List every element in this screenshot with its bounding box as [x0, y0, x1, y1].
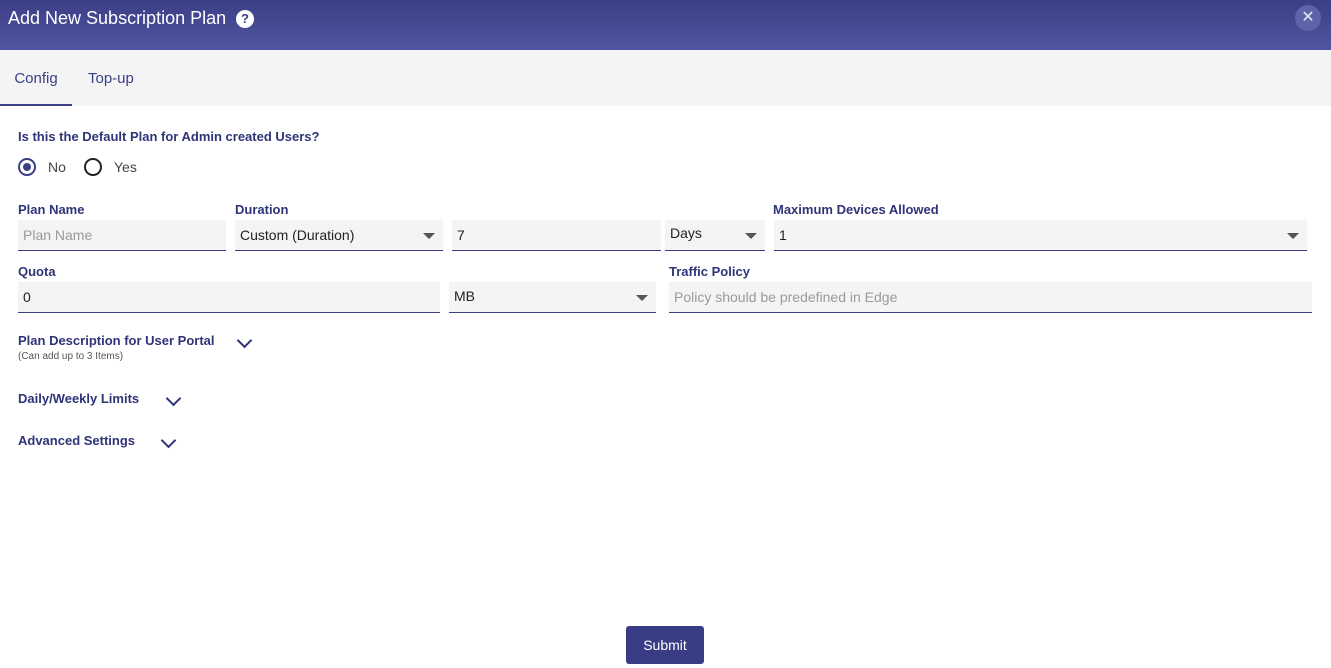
daily-weekly-limits-label: Daily/Weekly Limits [18, 391, 140, 406]
traffic-policy-input[interactable]: Policy should be predefined in Edge [669, 282, 1312, 313]
quota-unit-select[interactable]: MB [449, 282, 656, 313]
plan-description-toggle[interactable]: Plan Description for User Portal [18, 333, 215, 348]
plan-name-input[interactable]: Plan Name [18, 220, 226, 251]
submit-button[interactable]: Submit [626, 626, 704, 664]
max-devices-select[interactable]: 1 [774, 220, 1307, 251]
quota-input[interactable]: 0 [18, 282, 440, 313]
plan-description-label: Plan Description for User Portal [18, 333, 215, 348]
radio-no[interactable] [18, 158, 36, 176]
max-devices-value: 1 [779, 227, 787, 243]
close-icon[interactable]: ✕ [1295, 5, 1321, 31]
chevron-down-icon[interactable] [160, 432, 177, 449]
caret-down-icon [1287, 233, 1299, 239]
quota-unit-value: MB [454, 288, 475, 304]
duration-unit-value: Days [670, 225, 702, 241]
tab-top-up[interactable]: Top-up [88, 50, 134, 106]
duration-label: Duration [235, 202, 289, 217]
chevron-down-icon[interactable] [165, 390, 182, 407]
radio-yes[interactable] [84, 158, 102, 176]
daily-weekly-limits-toggle[interactable]: Daily/Weekly Limits [18, 391, 139, 406]
duration-unit-select[interactable]: Days [665, 220, 765, 251]
caret-down-icon [745, 233, 757, 239]
quota-label: Quota [18, 264, 56, 279]
max-devices-label: Maximum Devices Allowed [773, 202, 939, 217]
radio-yes-label: Yes [114, 159, 137, 175]
default-plan-question: Is this the Default Plan for Admin creat… [18, 129, 320, 144]
plan-name-label: Plan Name [18, 202, 85, 217]
caret-down-icon [636, 295, 648, 301]
plan-description-hint: (Can add up to 3 Items) [18, 351, 124, 362]
duration-type-value: Custom (Duration) [240, 227, 355, 243]
advanced-settings-label: Advanced Settings [18, 433, 136, 448]
radio-no-label: No [48, 159, 66, 175]
tab-bar: Config Top-up [0, 50, 1331, 106]
chevron-down-icon[interactable] [236, 332, 253, 349]
duration-amount-input[interactable]: 7 [452, 220, 661, 251]
advanced-settings-toggle[interactable]: Advanced Settings [18, 433, 135, 448]
traffic-policy-label: Traffic Policy [669, 264, 750, 279]
help-icon[interactable]: ? [236, 10, 254, 28]
dialog-header: Add New Subscription Plan ? ✕ [0, 0, 1331, 50]
duration-type-select[interactable]: Custom (Duration) [235, 220, 443, 251]
dialog-title: Add New Subscription Plan [8, 8, 227, 28]
tab-config[interactable]: Config [0, 50, 72, 106]
caret-down-icon [423, 233, 435, 239]
